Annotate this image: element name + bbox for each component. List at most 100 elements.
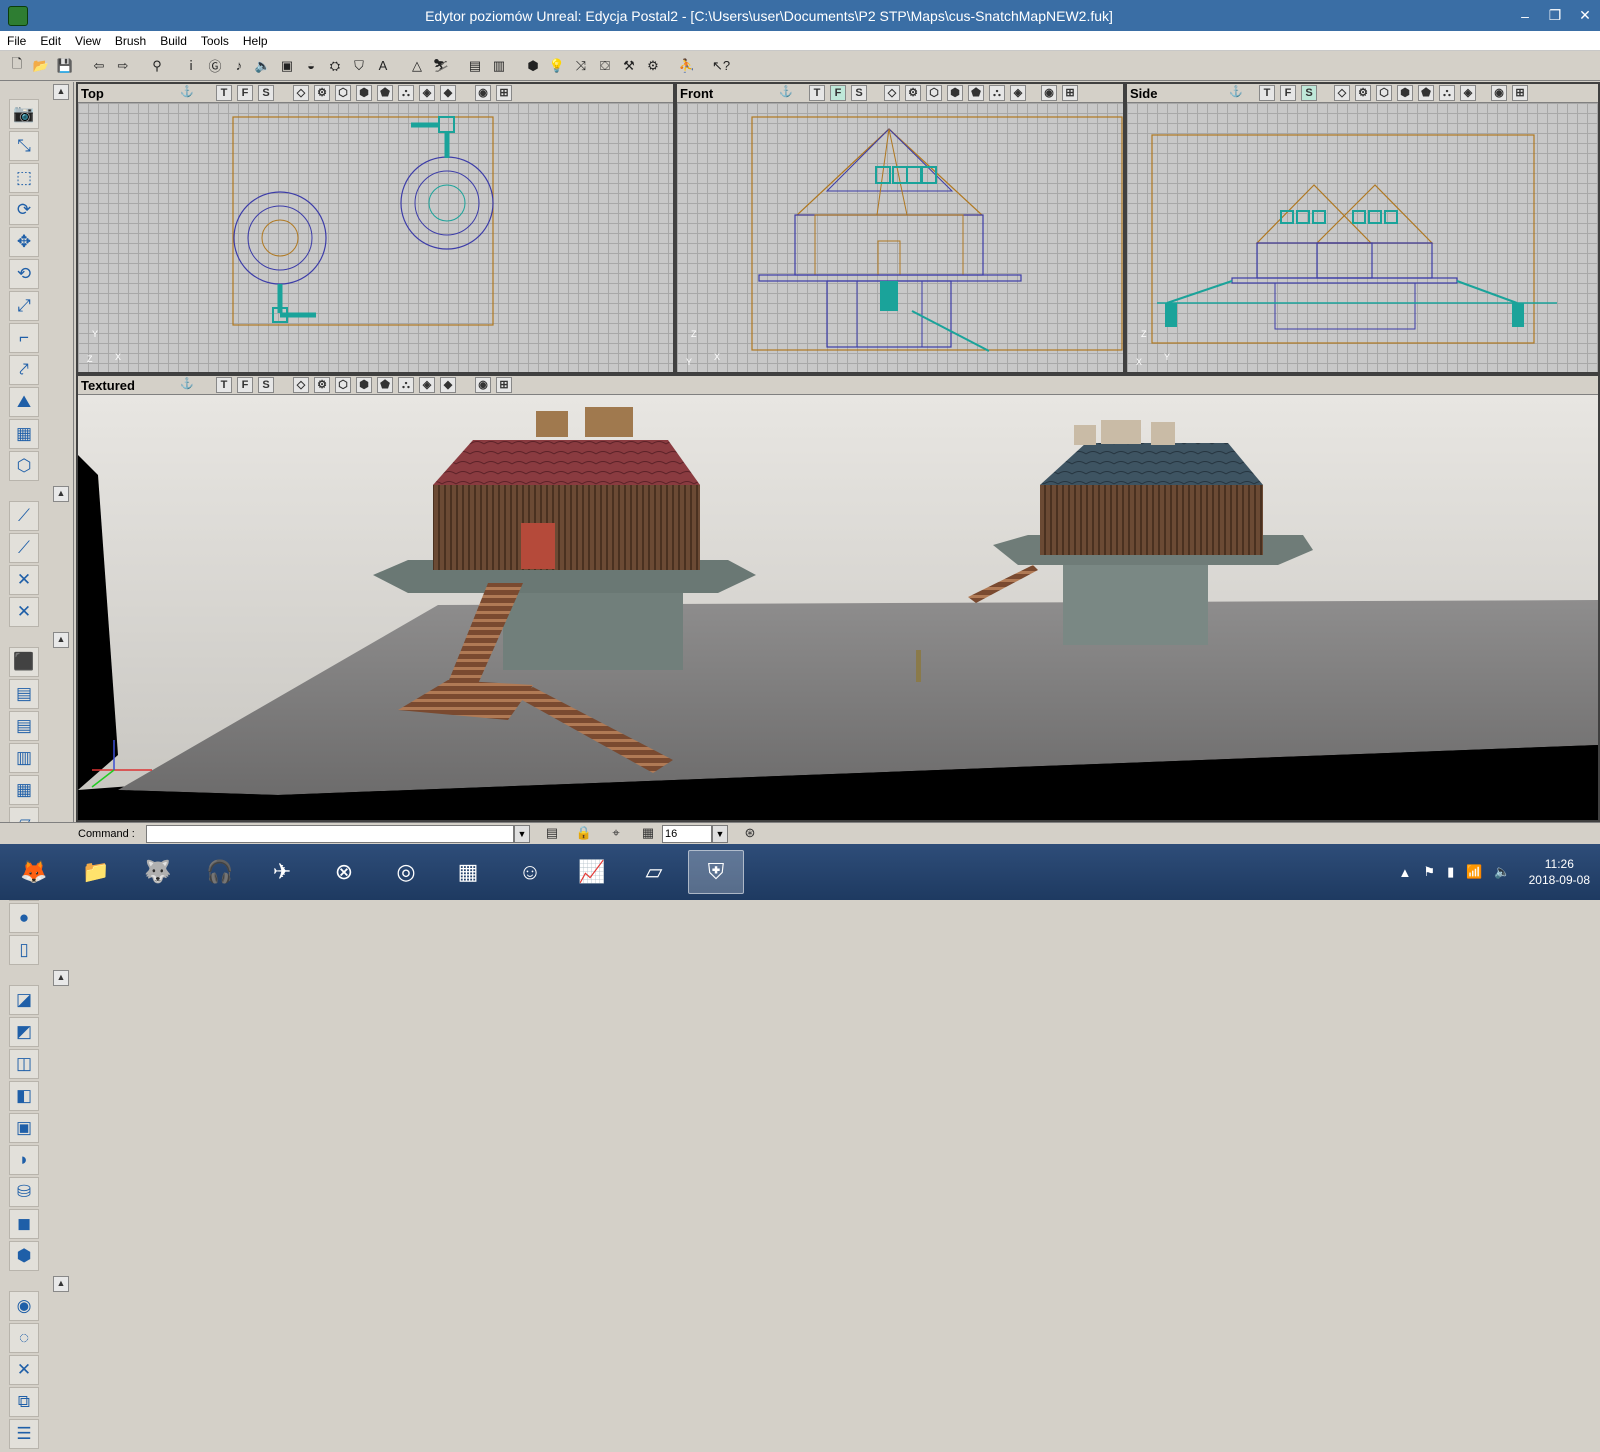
textured-mode-icon[interactable]: ⬢ (356, 85, 372, 101)
top-viewport-canvas[interactable]: Y X Z (78, 103, 673, 372)
intersect-brush-icon[interactable]: ◫ (9, 1049, 39, 1079)
deintersect-brush-icon[interactable]: ◧ (9, 1081, 39, 1111)
toggle-side-view-button[interactable]: S (258, 85, 274, 101)
menu-file[interactable]: File (0, 34, 33, 48)
mesh-browser-icon[interactable]: ◒ (300, 55, 322, 77)
collapse-clip-icon[interactable] (8, 486, 71, 502)
add-static-mesh-icon[interactable]: ⛁ (9, 1177, 39, 1207)
rotate-mode-icon[interactable]: ⟳ (9, 195, 39, 225)
zone-mode-icon[interactable]: ⚙ (1355, 85, 1371, 101)
add-special-icon[interactable]: ◗ (9, 1145, 39, 1175)
notes-app-icon[interactable]: ▱ (626, 850, 682, 894)
add-antiportal-icon[interactable]: ⬢ (9, 1241, 39, 1271)
move-mode-icon[interactable]: ✥ (9, 227, 39, 257)
side-viewport-canvas[interactable]: Z Y X (1127, 103, 1598, 372)
log-window-icon[interactable]: ▤ (542, 825, 562, 843)
menu-tools[interactable]: Tools (194, 34, 236, 48)
camera-mode-icon[interactable]: 📷 (9, 99, 39, 129)
tray-expand-icon[interactable]: ▲ (1399, 865, 1412, 880)
shear-mode-icon[interactable]: ⤢ (9, 291, 39, 321)
command-dropdown-icon[interactable]: ▼ (514, 824, 530, 843)
toggle-front-view-button[interactable]: F (830, 85, 846, 101)
calculator-icon[interactable]: ▦ (440, 850, 496, 894)
textured-viewport[interactable]: Textured ⚓ T F S ◇ ⚙ ⬡ ⬢ ⬟ ⛬ ◈ ◆ ◉ ⊞ (76, 374, 1600, 822)
wireframe-mode-icon[interactable]: ◇ (1334, 85, 1350, 101)
toggle-side-view-button[interactable]: S (258, 377, 274, 393)
search-actors-icon[interactable]: ⚲ (146, 55, 168, 77)
bsp-mode-icon[interactable]: ⬡ (1376, 85, 1392, 101)
texture-browser-icon[interactable]: ▣ (276, 55, 298, 77)
toggle-side-view-button[interactable]: S (1301, 85, 1317, 101)
lighting-mode-icon[interactable]: ⬟ (1418, 85, 1434, 101)
split-clip-icon[interactable]: ⟋ (9, 533, 39, 563)
toggle-top-view-button[interactable]: T (809, 85, 825, 101)
menu-brush[interactable]: Brush (108, 34, 153, 48)
lock-icon[interactable]: ⚓ (179, 377, 195, 393)
close-button[interactable]: ✕ (1570, 0, 1600, 31)
command-input[interactable] (146, 824, 514, 843)
clip-icon[interactable]: ⟋ (9, 501, 39, 531)
grid-size-select[interactable]: 16 (662, 824, 712, 843)
menu-help[interactable]: Help (236, 34, 275, 48)
snap-mode-icon[interactable]: ⟲ (9, 259, 39, 289)
front-viewport[interactable]: Front ⚓ T F S ◇ ⚙ ⬡ ⬢ ⬟ ⛬ ◈ ◉ ⊞ Z X Y (675, 82, 1125, 374)
toggle-top-view-button[interactable]: T (216, 85, 232, 101)
view-options-icon[interactable]: ◉ (1491, 85, 1507, 101)
delete-clip-icon[interactable]: ✕ (9, 597, 39, 627)
build-paths-icon[interactable]: ⤨ (570, 55, 592, 77)
toggle-top-view-button[interactable]: T (1259, 85, 1275, 101)
lock-icon[interactable]: ⚓ (1228, 85, 1244, 101)
clock[interactable]: 11:26 2018-09-08 (1529, 856, 1590, 888)
flip-clip-icon[interactable]: ✕ (9, 565, 39, 595)
scale-mode-icon[interactable]: ⬚ (9, 163, 39, 193)
build-all-icon[interactable]: ⚒ (618, 55, 640, 77)
undo-icon[interactable]: ⇦ (88, 55, 110, 77)
minimize-button[interactable]: – (1510, 0, 1540, 31)
animation-browser-icon[interactable]: ⛉ (348, 55, 370, 77)
sound-browser-icon[interactable]: 🔈 (252, 55, 274, 77)
toggle-top-view-button[interactable]: T (216, 377, 232, 393)
curved-stair-icon[interactable]: ▤ (9, 679, 39, 709)
play-level-icon[interactable]: ⛹ (676, 55, 698, 77)
hide-selected-icon[interactable]: ◌ (9, 1323, 39, 1353)
rotation-snap-icon[interactable]: ⊛ (740, 825, 760, 843)
monitor-app-icon[interactable]: 📈 (564, 850, 620, 894)
group-browser-icon[interactable]: Ⓖ (204, 55, 226, 77)
zone-mode-icon[interactable]: ⚙ (314, 377, 330, 393)
textured-mode-icon[interactable]: ⬢ (1397, 85, 1413, 101)
wireframe-mode-icon[interactable]: ◇ (293, 377, 309, 393)
bsp-mode-icon[interactable]: ⬡ (926, 85, 942, 101)
bsp-mode-icon[interactable]: ⬡ (335, 85, 351, 101)
network-icon[interactable]: 📶 (1466, 864, 1482, 880)
firefox-icon[interactable]: 🦊 (6, 850, 62, 894)
save-map-icon[interactable]: 💾 (54, 55, 76, 77)
polys-mode-icon[interactable]: ◆ (440, 85, 456, 101)
prefabs-icon[interactable]: ▥ (488, 55, 510, 77)
invert-selection-icon[interactable]: ⧉ (9, 1387, 39, 1417)
add-mover-icon[interactable]: ▣ (9, 1113, 39, 1143)
realtime-preview-icon[interactable]: ⊞ (496, 85, 512, 101)
show-selected-icon[interactable]: ◉ (9, 1291, 39, 1321)
app-icon[interactable] (8, 5, 28, 26)
toggle-side-view-button[interactable]: S (851, 85, 867, 101)
sphere-brush-icon[interactable]: ● (9, 903, 39, 933)
bsp-mode-icon[interactable]: ⬡ (335, 377, 351, 393)
terrain-mode-icon[interactable]: ⛰ (9, 387, 39, 417)
cube-brush-icon[interactable]: ⬛ (9, 647, 39, 677)
postal2-editor-icon[interactable]: ⛨ (688, 850, 744, 894)
view-options-icon[interactable]: ◉ (475, 85, 491, 101)
file-explorer-icon[interactable]: 📁 (68, 850, 124, 894)
wireframe-mode-icon[interactable]: ◇ (884, 85, 900, 101)
select-inside-icon[interactable]: ✕ (9, 1355, 39, 1385)
lighting-mode-icon[interactable]: ⬟ (968, 85, 984, 101)
flag-icon[interactable]: ⚑ (1423, 864, 1435, 880)
lock-icon[interactable]: ⚓ (778, 85, 794, 101)
toggle-front-view-button[interactable]: F (1280, 85, 1296, 101)
menu-build[interactable]: Build (153, 34, 194, 48)
terrain-icon[interactable]: △ (406, 55, 428, 77)
terrain-brush-icon[interactable]: ▦ (9, 775, 39, 805)
textured-mode-icon[interactable]: ⬢ (947, 85, 963, 101)
xbox-app-icon[interactable]: ⊗ (316, 850, 372, 894)
toggle-front-view-button[interactable]: F (237, 377, 253, 393)
brush-clip-icon[interactable]: ⤤ (9, 355, 39, 385)
